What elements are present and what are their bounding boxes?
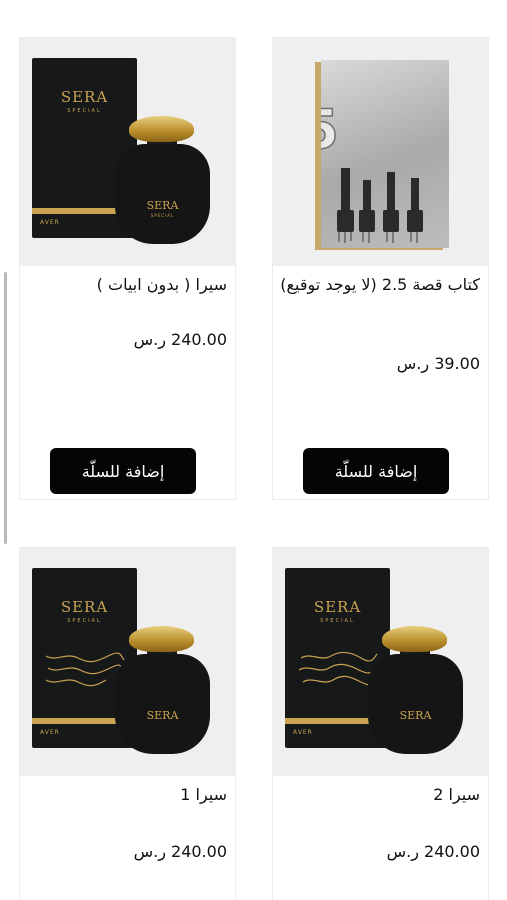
- product-title[interactable]: سيرا 1: [27, 784, 227, 806]
- perfume-bottle: SERA: [368, 626, 463, 756]
- book-cover: 2.5: [273, 60, 449, 248]
- product-card[interactable]: SERA SPECIAL AVER SERA: [19, 547, 236, 900]
- box-brand-sub: SPECIAL: [67, 618, 102, 624]
- product-image[interactable]: SERA SPECIAL AVER SERA: [20, 548, 235, 776]
- product-image[interactable]: 2.5: [273, 38, 488, 266]
- bottle-brand: SERA: [146, 709, 179, 722]
- product-price: 240.00 ر.س: [133, 842, 227, 861]
- product-title[interactable]: سيرا 2: [280, 784, 480, 806]
- scrollbar[interactable]: [4, 272, 7, 544]
- bottle-brand: SERA: [399, 709, 432, 722]
- product-price: 39.00 ر.س: [396, 354, 480, 373]
- product-title[interactable]: سيرا ( بدون ابيات ): [27, 274, 227, 296]
- bottle-cap: [129, 626, 194, 652]
- product-card[interactable]: SERA SPECIAL AVER SERA: [272, 547, 489, 900]
- bottle-brand: SERA: [146, 199, 179, 212]
- add-to-cart-button[interactable]: إضافة للسلّة: [50, 448, 196, 494]
- product-price: 240.00 ر.س: [133, 330, 227, 349]
- box-brand-sub: SPECIAL: [320, 618, 355, 624]
- perfume-bottle: SERA SPECIAL: [115, 116, 210, 246]
- product-image[interactable]: SERA SPECIAL AVER SERA SPECIAL: [20, 38, 235, 266]
- box-brand: SERA: [60, 88, 109, 106]
- box-brand-sub: SPECIAL: [67, 108, 102, 114]
- add-to-cart-button[interactable]: إضافة للسلّة: [303, 448, 449, 494]
- product-price: 240.00 ر.س: [386, 842, 480, 861]
- bottle-cap: [382, 626, 447, 652]
- product-image[interactable]: SERA SPECIAL AVER SERA: [273, 548, 488, 776]
- product-grid: 2.5: [0, 0, 507, 900]
- product-title[interactable]: كتاب قصة 2.5 (لا يوجد توقيع): [280, 274, 480, 296]
- box-brand: SERA: [313, 598, 362, 616]
- book-number: 2.5: [321, 98, 339, 161]
- product-card[interactable]: SERA SPECIAL AVER SERA SPECIAL سيرا ( بد…: [19, 37, 236, 500]
- box-brand: SERA: [60, 598, 109, 616]
- perfume-bottle: SERA: [115, 626, 210, 756]
- product-card[interactable]: 2.5: [272, 37, 489, 500]
- bottle-cap: [129, 116, 194, 142]
- bottle-brand-sub: SPECIAL: [150, 213, 175, 218]
